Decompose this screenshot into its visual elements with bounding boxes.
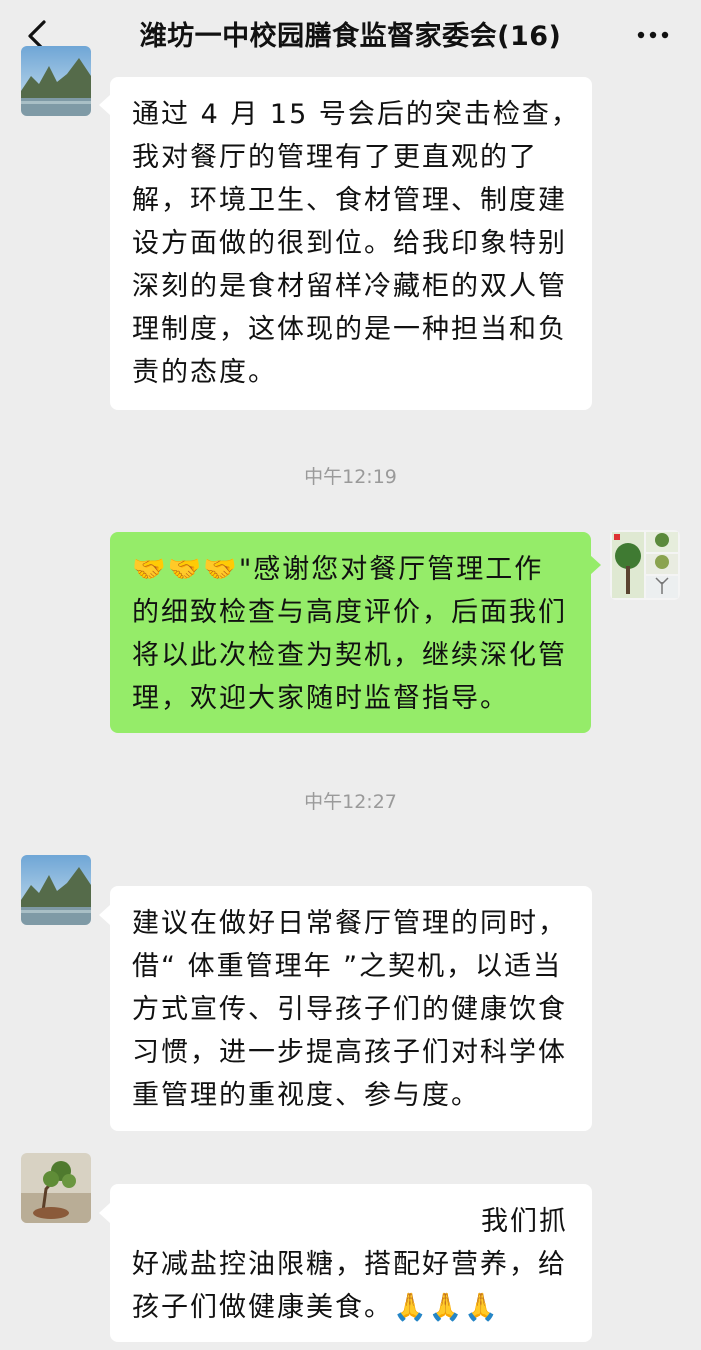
message-text-line: 理制度，这体现的是一种担当和负 [132,314,567,345]
message-text-line: 解，环境卫生、食材管理、制度建 [132,185,567,216]
message-bubble[interactable]: 我们抓 好减盐控油限糖，搭配好营养，给 孩子们做健康美食。🙏🙏🙏 [110,1184,592,1342]
landscape-mountain-avatar[interactable] [21,46,91,116]
message-text-line: 责的态度。 [132,357,277,388]
message-text-line: 🤝🤝🤝"感谢您对餐厅管理工作 [132,554,544,585]
message-text-line: 借“ 体重管理年 ”之契机，以适当 [132,951,563,982]
message-bubble[interactable]: 建议在做好日常餐厅管理的同时， 借“ 体重管理年 ”之契机，以适当 方式宣传、引… [110,886,592,1131]
message-text-line: 重管理的重视度、参与度。 [132,1080,480,1111]
message-text-line: 方式宣传、引导孩子们的健康饮食 [132,994,567,1025]
more-dots-icon [637,31,669,39]
bubble-tail [99,95,110,115]
message-text-line: 建议在做好日常餐厅管理的同时， [132,908,567,939]
message-text-line: 孩子们做健康美食。🙏🙏🙏 [132,1292,500,1323]
timestamp: 中午12:27 [304,791,397,813]
chat-header: 潍坊一中校园膳食监督家委会(16) [0,0,701,70]
chat-title: 潍坊一中校园膳食监督家委会(16) [139,21,562,52]
bubble-tail [99,905,110,925]
bubble-tail [99,1203,110,1223]
message-text-line: 的细致检查与高度评价，后面我们 [132,597,567,628]
timestamp: 中午12:19 [304,466,397,488]
message-text-line: 我们抓 [481,1206,568,1237]
message-text-line: 习惯，进一步提高孩子们对科学体 [132,1037,567,1068]
message-text-line: 我对餐厅的管理有了更直观的了 [132,142,538,173]
message-text-line: 好减盐控油限糖，搭配好营养，给 [132,1249,567,1280]
landscape-mountain-avatar[interactable] [21,855,91,925]
message-bubble[interactable]: 通过 4 月 15 号会后的突击检查， 我对餐厅的管理有了更直观的了 解，环境卫… [110,77,592,410]
message-text-line: 理，欢迎大家随时监督指导。 [132,683,509,714]
more-button[interactable] [633,20,673,50]
message-text-line: 设方面做的很到位。给我印象特别 [132,228,567,259]
trees-collage-avatar[interactable] [610,530,680,600]
message-text-line: 通过 4 月 15 号会后的突击检查， [132,99,580,130]
bonsai-plant-avatar[interactable] [21,1153,91,1223]
message-text-line: 深刻的是食材留样冷藏柜的双人管 [132,271,567,302]
message-bubble[interactable]: 🤝🤝🤝"感谢您对餐厅管理工作 的细致检查与高度评价，后面我们 将以此次检查为契机… [110,532,591,733]
message-text-line: 将以此次检查为契机，继续深化管 [132,640,567,671]
bubble-tail [590,555,601,575]
